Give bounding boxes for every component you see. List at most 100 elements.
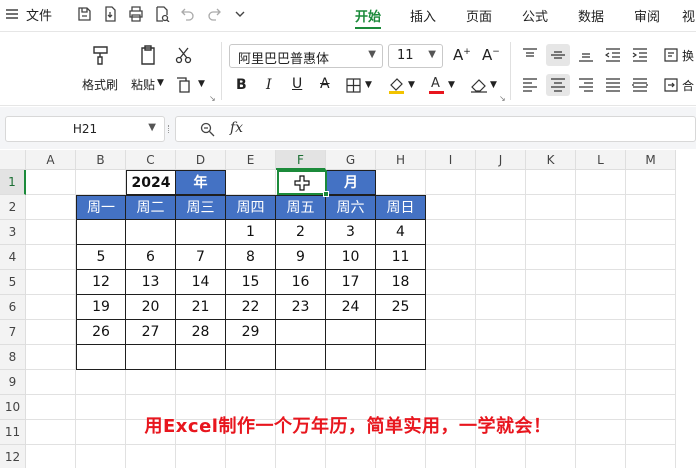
row-header-9[interactable]: 9 (0, 370, 26, 395)
justify-icon[interactable] (605, 78, 621, 92)
strikethrough-icon[interactable]: A (320, 76, 330, 92)
cell[interactable] (26, 270, 76, 295)
paste-dropdown-icon[interactable]: ▼ (157, 78, 164, 88)
cell[interactable] (476, 295, 526, 320)
align-right-icon[interactable] (578, 78, 594, 92)
cell[interactable] (626, 220, 676, 245)
underline-icon[interactable]: U (292, 76, 302, 92)
wrap-text-label[interactable]: 换 (682, 47, 694, 64)
redo-icon[interactable] (206, 6, 222, 22)
cell[interactable] (276, 370, 326, 395)
align-center-icon[interactable] (550, 78, 566, 92)
cell[interactable] (526, 295, 576, 320)
fill-color-dropdown-icon[interactable]: ▼ (408, 80, 415, 90)
cell[interactable] (576, 270, 626, 295)
cell[interactable] (226, 170, 276, 195)
copy-icon[interactable] (175, 76, 193, 94)
weekday-header[interactable]: 周五 (276, 195, 326, 220)
tab-page[interactable]: 页面 (466, 6, 492, 25)
fx-icon[interactable]: fx (230, 120, 243, 136)
cell[interactable] (576, 345, 626, 370)
cell[interactable] (526, 370, 576, 395)
row-header-2[interactable]: 2 (0, 195, 26, 220)
cell[interactable] (26, 245, 76, 270)
date-cell[interactable]: 26 (76, 320, 126, 345)
column-header-f[interactable]: F (276, 150, 326, 170)
format-painter-label[interactable]: 格式刷 (82, 76, 118, 93)
cell[interactable] (26, 445, 76, 468)
column-header-i[interactable]: I (426, 150, 476, 170)
cell[interactable] (526, 245, 576, 270)
column-header-l[interactable]: L (576, 150, 626, 170)
fill-color-icon[interactable] (388, 76, 405, 95)
column-header-h[interactable]: H (376, 150, 426, 170)
hamburger-menu-icon[interactable] (6, 8, 18, 20)
cell[interactable] (326, 370, 376, 395)
cell[interactable] (626, 320, 676, 345)
save-icon[interactable] (76, 6, 92, 22)
column-header-j[interactable]: J (476, 150, 526, 170)
weekday-header[interactable]: 周六 (326, 195, 376, 220)
date-cell[interactable] (176, 345, 226, 370)
align-left-icon[interactable] (522, 78, 538, 92)
cell[interactable] (26, 195, 76, 220)
date-cell[interactable]: 24 (326, 295, 376, 320)
column-header-a[interactable]: A (26, 150, 76, 170)
cell[interactable] (376, 370, 426, 395)
cell[interactable] (426, 170, 476, 195)
date-cell[interactable]: 29 (226, 320, 276, 345)
align-top-icon[interactable] (522, 48, 538, 62)
more-chevron-down-icon[interactable] (232, 6, 248, 22)
name-box[interactable]: H21 ▼ (5, 116, 165, 142)
cell[interactable] (426, 245, 476, 270)
date-cell[interactable] (76, 345, 126, 370)
cell[interactable] (176, 445, 226, 468)
cell[interactable] (476, 345, 526, 370)
date-cell[interactable] (226, 345, 276, 370)
cell[interactable] (376, 445, 426, 468)
cell[interactable] (426, 445, 476, 468)
date-cell[interactable]: 16 (276, 270, 326, 295)
paste-icon[interactable] (137, 44, 159, 66)
font-color-dropdown-icon[interactable]: ▼ (448, 80, 455, 90)
date-cell[interactable]: 1 (226, 220, 276, 245)
weekday-header[interactable]: 周二 (126, 195, 176, 220)
zoom-search-icon[interactable] (200, 122, 215, 137)
date-cell[interactable]: 9 (276, 245, 326, 270)
date-cell[interactable] (126, 220, 176, 245)
column-header-d[interactable]: D (176, 150, 226, 170)
column-header-k[interactable]: K (526, 150, 576, 170)
column-header-c[interactable]: C (126, 150, 176, 170)
cell[interactable] (526, 170, 576, 195)
tab-review[interactable]: 审阅 (634, 6, 660, 25)
date-cell[interactable]: 22 (226, 295, 276, 320)
font-color-icon[interactable]: A (429, 75, 444, 95)
cell[interactable] (426, 345, 476, 370)
font-name-select[interactable]: 阿里巴巴普惠体 ▼ (229, 44, 383, 68)
cell[interactable] (26, 370, 76, 395)
date-cell[interactable]: 19 (76, 295, 126, 320)
cell[interactable] (76, 170, 126, 195)
weekday-header[interactable]: 周四 (226, 195, 276, 220)
print-icon[interactable] (128, 6, 144, 22)
cell[interactable] (426, 320, 476, 345)
row-header-4[interactable]: 4 (0, 245, 26, 270)
increase-indent-icon[interactable] (632, 48, 648, 62)
fill-handle[interactable] (323, 191, 329, 197)
weekday-header[interactable]: 周三 (176, 195, 226, 220)
row-header-3[interactable]: 3 (0, 220, 26, 245)
column-header-g[interactable]: G (326, 150, 376, 170)
row-header-8[interactable]: 8 (0, 345, 26, 370)
cell[interactable] (576, 370, 626, 395)
date-cell[interactable]: 12 (76, 270, 126, 295)
align-middle-icon[interactable] (550, 48, 566, 62)
row-header-12[interactable]: 12 (0, 445, 26, 468)
cell[interactable] (476, 270, 526, 295)
cell[interactable] (476, 245, 526, 270)
year-label-cell[interactable]: 年 (176, 170, 226, 195)
border-icon[interactable] (346, 78, 361, 93)
date-cell[interactable]: 28 (176, 320, 226, 345)
column-header-b[interactable]: B (76, 150, 126, 170)
cell[interactable] (526, 270, 576, 295)
date-cell[interactable]: 18 (376, 270, 426, 295)
